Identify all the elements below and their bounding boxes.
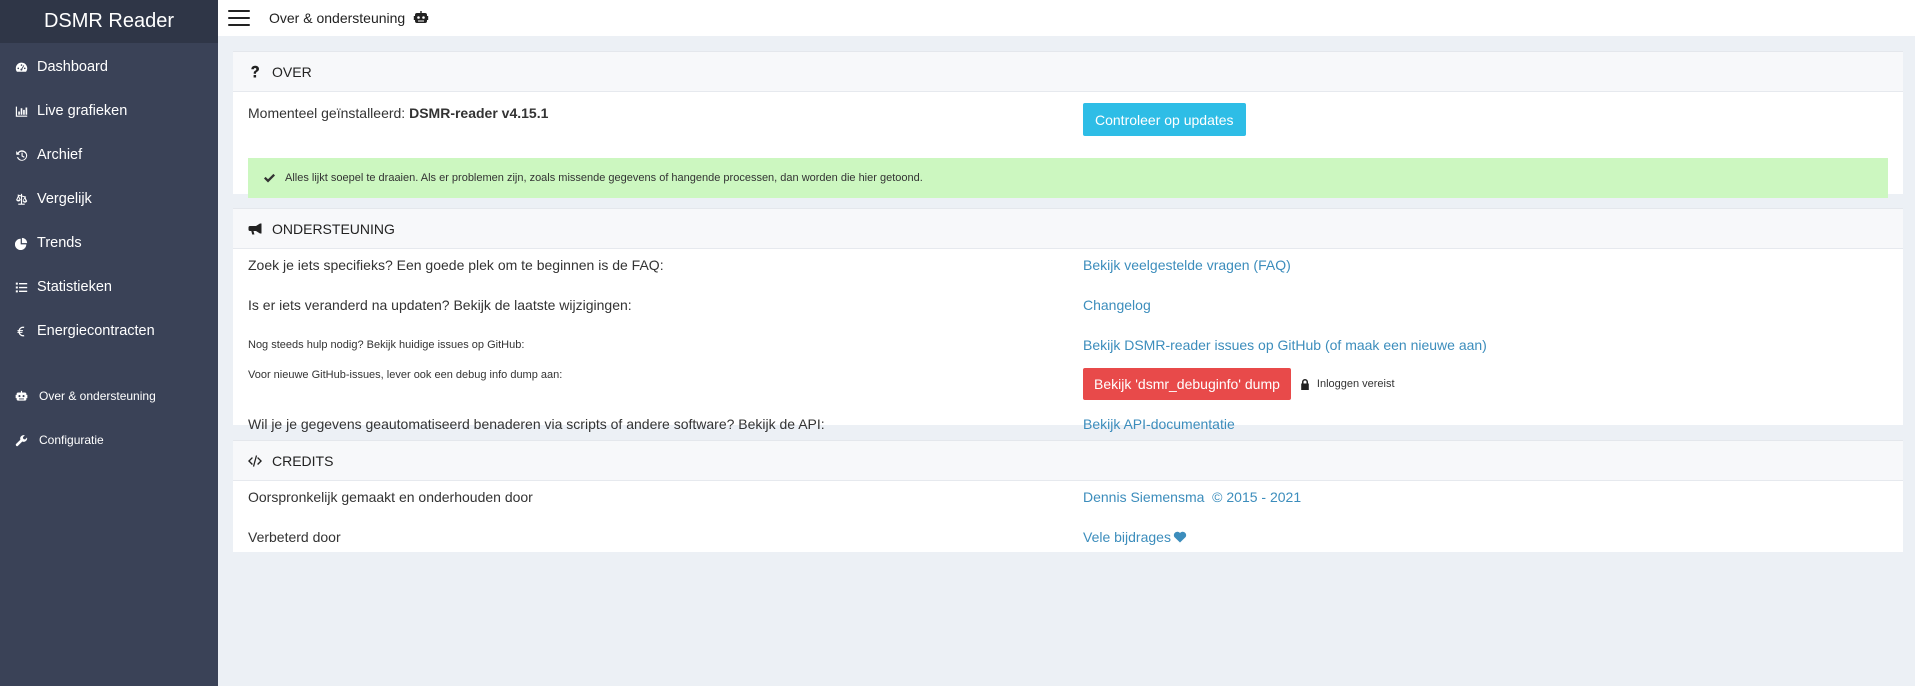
history-icon bbox=[13, 149, 29, 162]
panel-header: OVER bbox=[233, 52, 1903, 92]
login-required-note: Inloggen vereist bbox=[1300, 378, 1395, 390]
support-row-text: Is er iets veranderd na updaten? Bekijk … bbox=[248, 297, 632, 313]
top-bar: Over & ondersteuning bbox=[218, 0, 1915, 36]
page-title: Over & ondersteuning bbox=[269, 10, 406, 26]
balance-scale-icon bbox=[13, 193, 29, 206]
panel-title: OVER bbox=[272, 63, 312, 80]
support-row-text: Wil je je gegevens geautomatiseerd benad… bbox=[248, 416, 825, 432]
robot-icon bbox=[413, 11, 429, 25]
github-issues-link[interactable]: Bekijk DSMR-reader issues op GitHub (of … bbox=[1083, 337, 1487, 353]
credits-row-contributors: Verbeterd door Vele bijdrages bbox=[233, 521, 1903, 553]
brand-logo[interactable]: DSMR Reader bbox=[0, 0, 218, 43]
sidebar-item-live-grafieken[interactable]: Live grafieken bbox=[0, 89, 218, 133]
bar-chart-icon bbox=[13, 105, 29, 118]
sidebar-item-label: Archief bbox=[37, 147, 83, 163]
credits-row-text: Verbeterd door bbox=[248, 529, 341, 545]
sidebar-item-label: Dashboard bbox=[37, 59, 108, 75]
support-row-debuginfo: Voor nieuwe GitHub-issues, lever ook een… bbox=[233, 368, 1903, 409]
sidebar-item-label: Live grafieken bbox=[37, 103, 128, 119]
pie-chart-icon bbox=[13, 237, 29, 250]
sidebar-item-label: Vergelijk bbox=[37, 191, 92, 207]
main-content: OVER Momenteel geïnstalleerd: DSMR-reade… bbox=[218, 36, 1915, 686]
sidebar-item-energiecontracten[interactable]: Energiecontracten bbox=[0, 309, 218, 353]
sidebar-item-vergelijk[interactable]: Vergelijk bbox=[0, 177, 218, 221]
check-icon bbox=[264, 173, 275, 182]
sidebar-item-dashboard[interactable]: Dashboard bbox=[0, 45, 218, 89]
sidebar-item-label: Trends bbox=[37, 235, 82, 251]
login-required-text: Inloggen vereist bbox=[1316, 378, 1395, 390]
panel-header: CREDITS bbox=[233, 441, 1903, 481]
api-docs-link[interactable]: Bekijk API-documentatie bbox=[1083, 416, 1235, 432]
installed-version: DSMR-reader v4.15.1 bbox=[409, 105, 549, 121]
sidebar-item-label: Over & ondersteuning bbox=[39, 389, 156, 403]
sidebar-item-archief[interactable]: Archief bbox=[0, 133, 218, 177]
author-link[interactable]: Dennis Siemensma bbox=[1083, 489, 1204, 505]
alert-text: Alles lijkt soepel te draaien. Als er pr… bbox=[285, 172, 923, 184]
hamburger-menu-icon[interactable] bbox=[228, 10, 250, 26]
list-icon bbox=[13, 281, 29, 294]
status-alert: Alles lijkt soepel te draaien. Als er pr… bbox=[248, 158, 1888, 198]
support-row-github-issues: Nog steeds hulp nodig? Bekijk huidige is… bbox=[233, 329, 1903, 361]
changelog-link[interactable]: Changelog bbox=[1083, 297, 1151, 313]
sidebar-item-trends[interactable]: Trends bbox=[0, 221, 218, 265]
credits-panel: CREDITS Oorspronkelijk gemaakt en onderh… bbox=[233, 440, 1903, 552]
debuginfo-dump-button[interactable]: Bekijk 'dsmr_debuginfo' dump bbox=[1083, 368, 1291, 400]
support-row-action: Bekijk DSMR-reader issues op GitHub (of … bbox=[1083, 337, 1487, 353]
sidebar-item-configuratie[interactable]: Configuratie bbox=[0, 418, 218, 462]
copyright-text: © 2015 - 2021 bbox=[1204, 489, 1302, 505]
sidebar: DSMR Reader Dashboard Live grafieken Arc… bbox=[0, 0, 218, 686]
panel-title: ONDERSTEUNING bbox=[272, 220, 395, 237]
sidebar-item-over-ondersteuning[interactable]: Over & ondersteuning bbox=[0, 374, 218, 418]
support-panel: ONDERSTEUNING Zoek je iets specifieks? E… bbox=[233, 208, 1903, 432]
installed-version-text: Momenteel geïnstalleerd: DSMR-reader v4.… bbox=[248, 105, 548, 121]
contributors-link[interactable]: Vele bijdrages bbox=[1083, 529, 1171, 545]
installed-label: Momenteel geïnstalleerd: bbox=[248, 105, 410, 121]
tachometer-icon bbox=[13, 61, 29, 74]
sidebar-item-label: Statistieken bbox=[37, 279, 112, 295]
support-row-faq: Zoek je iets specifieks? Een goede plek … bbox=[233, 249, 1903, 281]
question-icon bbox=[248, 65, 263, 79]
panel-header: ONDERSTEUNING bbox=[233, 209, 1903, 249]
sidebar-item-label: Configuratie bbox=[39, 433, 104, 447]
sidebar-item-statistieken[interactable]: Statistieken bbox=[0, 265, 218, 309]
support-row-text: Nog steeds hulp nodig? Bekijk huidige is… bbox=[248, 339, 525, 351]
panel-title: CREDITS bbox=[272, 452, 334, 469]
robot-icon bbox=[13, 390, 29, 403]
bullhorn-icon bbox=[248, 222, 263, 236]
wrench-icon bbox=[13, 434, 29, 447]
credits-row-author: Oorspronkelijk gemaakt en onderhouden do… bbox=[233, 481, 1903, 513]
credits-row-action: Vele bijdrages bbox=[1083, 529, 1187, 545]
support-row-action: Bekijk 'dsmr_debuginfo' dump Inloggen ve… bbox=[1083, 368, 1395, 400]
support-row-action: Bekijk API-documentatie bbox=[1083, 416, 1235, 432]
heart-icon bbox=[1171, 529, 1187, 545]
installed-version-action: Controleer op updates bbox=[1083, 103, 1246, 136]
sidebar-spacer bbox=[0, 353, 218, 374]
installed-version-row: Momenteel geïnstalleerd: DSMR-reader v4.… bbox=[233, 92, 1903, 148]
support-row-action: Changelog bbox=[1083, 297, 1151, 313]
faq-link[interactable]: Bekijk veelgestelde vragen (FAQ) bbox=[1083, 257, 1291, 273]
lock-icon bbox=[1301, 378, 1309, 390]
sidebar-item-label: Energiecontracten bbox=[37, 323, 155, 339]
sidebar-nav: Dashboard Live grafieken Archief Vergeli… bbox=[0, 45, 218, 462]
support-row-text: Voor nieuwe GitHub-issues, lever ook een… bbox=[248, 369, 563, 381]
support-row-changelog: Is er iets veranderd na updaten? Bekijk … bbox=[233, 289, 1903, 321]
check-updates-button[interactable]: Controleer op updates bbox=[1083, 103, 1246, 136]
credits-row-action: Dennis Siemensma © 2015 - 2021 bbox=[1083, 489, 1301, 505]
code-icon bbox=[248, 454, 263, 468]
support-row-text: Zoek je iets specifieks? Een goede plek … bbox=[248, 257, 664, 273]
credits-row-text: Oorspronkelijk gemaakt en onderhouden do… bbox=[248, 489, 533, 505]
support-row-action: Bekijk veelgestelde vragen (FAQ) bbox=[1083, 257, 1291, 273]
euro-icon bbox=[13, 325, 29, 338]
over-panel: OVER Momenteel geïnstalleerd: DSMR-reade… bbox=[233, 51, 1903, 198]
